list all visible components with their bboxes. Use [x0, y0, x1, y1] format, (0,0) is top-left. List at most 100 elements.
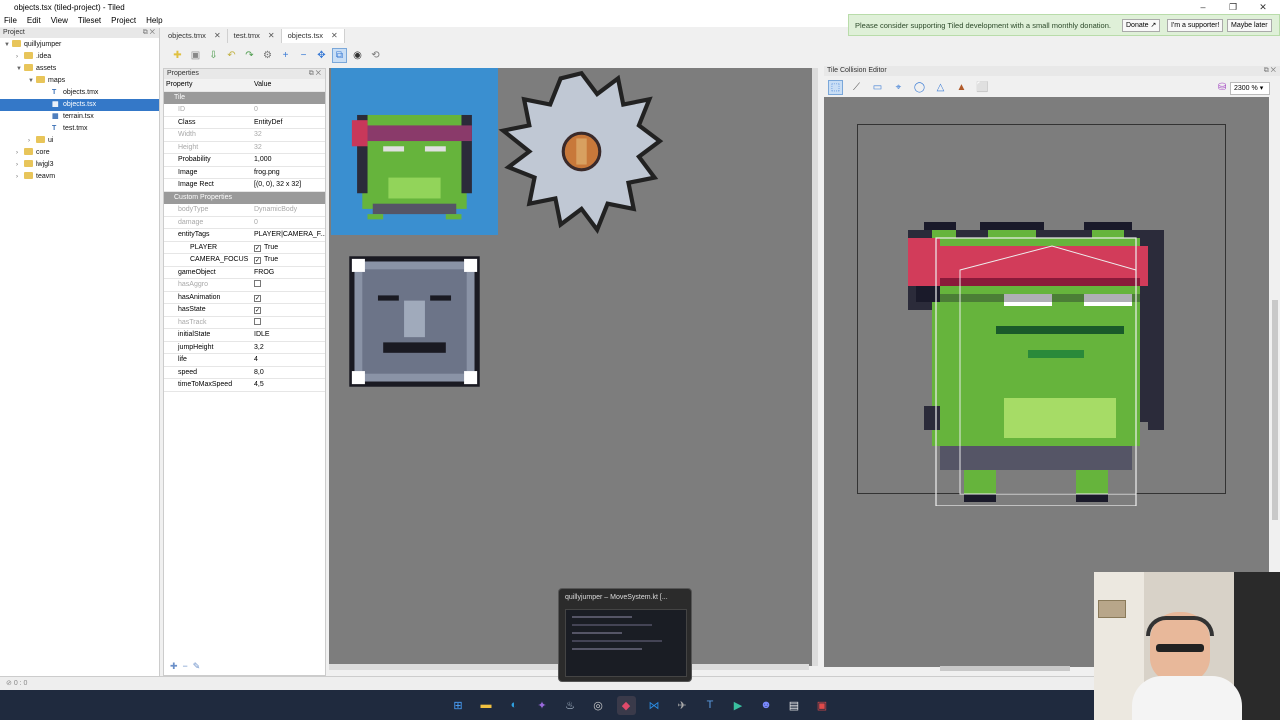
close-tab-icon[interactable]: ✕ [268, 29, 275, 43]
property-row[interactable]: Probability 1,000 [164, 154, 325, 167]
property-value[interactable]: 8,0 [252, 367, 325, 379]
undo-icon[interactable]: ↶ [224, 48, 239, 63]
tree-item-core[interactable]: › core [0, 147, 159, 159]
new-icon[interactable]: ✚ [170, 48, 185, 63]
property-value[interactable]: 4 [252, 354, 325, 366]
redo-icon[interactable]: ↷ [242, 48, 257, 63]
property-value[interactable]: 32 [252, 129, 325, 141]
property-row[interactable]: jumpHeight 3,2 [164, 342, 325, 354]
property-value[interactable]: 4,5 [252, 379, 325, 391]
rectangle-tool-icon[interactable]: ▭ [870, 80, 885, 95]
tree-item-test-tmx[interactable]: Ttest.tmx [0, 123, 159, 135]
property-value[interactable]: 3,2 [252, 342, 325, 354]
move-icon[interactable]: ✥ [314, 48, 329, 63]
property-row[interactable]: bodyType DynamicBody [164, 204, 325, 217]
checkbox[interactable]: ✓ [254, 307, 261, 314]
close-tab-icon[interactable]: ✕ [214, 29, 221, 43]
property-value[interactable]: ✓ True [252, 242, 325, 254]
vertical-scrollbar[interactable] [812, 68, 818, 666]
property-row[interactable]: timeToMaxSpeed 4,5 [164, 379, 325, 392]
fit-view-icon[interactable]: ⬜ [975, 80, 990, 95]
maximize-icon[interactable]: ❐ [1222, 0, 1244, 14]
menu-edit[interactable]: Edit [27, 16, 41, 25]
tree-item-terrain-tsx[interactable]: ▦ terrain.tsx [0, 111, 159, 123]
tree-item-lwjgl3[interactable]: › lwjgl3 [0, 159, 159, 171]
property-row[interactable]: life 4 [164, 354, 325, 367]
property-value[interactable]: DynamicBody [252, 204, 325, 216]
menu-view[interactable]: View [51, 16, 68, 25]
panel-close-icon[interactable]: ⧉ ✕ [1264, 66, 1276, 76]
property-row[interactable]: CAMERA_FOCUS ✓ True [164, 254, 325, 267]
menu-tileset[interactable]: Tileset [78, 16, 101, 25]
panel-close-icon[interactable]: ⧉ ✕ [309, 69, 321, 79]
property-value[interactable]: 0 [252, 104, 325, 116]
tree-item-idea[interactable]: › .idea [0, 51, 159, 63]
property-value[interactable]: 32 [252, 142, 325, 154]
collision-editor-icon[interactable]: ⧉ [332, 47, 347, 63]
checkbox[interactable] [254, 280, 261, 287]
ellipse-tool-icon[interactable]: ◯ [912, 80, 927, 95]
save-icon[interactable]: ▣ [188, 48, 203, 63]
property-value[interactable] [252, 92, 325, 105]
tree-item-maps[interactable]: ▼ maps [0, 75, 159, 87]
animation-editor-icon[interactable]: ◉ [350, 48, 365, 63]
polygon-tool-icon[interactable]: △ [933, 80, 948, 95]
property-value[interactable]: 1,000 [252, 154, 325, 166]
checkbox[interactable]: ✓ [254, 294, 261, 302]
select-objects-icon[interactable]: ⬚ [828, 80, 843, 95]
vscode-icon[interactable]: ⋈ [645, 696, 664, 715]
tree-item-quillyjumper[interactable]: ▼ quillyjumper [0, 39, 159, 51]
intellij-icon[interactable]: ◆ [616, 695, 636, 715]
property-row[interactable]: hasState ✓ [164, 304, 325, 317]
property-row[interactable]: hasTrack [164, 317, 325, 329]
collision-vertical-scrollbar[interactable] [1272, 300, 1278, 520]
checkbox[interactable]: ✓ [254, 244, 261, 252]
property-value[interactable] [252, 192, 325, 205]
tree-item-ui[interactable]: › ui [0, 135, 159, 147]
maybe-later-button[interactable]: Maybe later [1227, 19, 1272, 32]
property-row[interactable]: Custom Properties [164, 191, 325, 205]
windows-start-icon[interactable]: ⊞ [449, 696, 468, 715]
tiled-icon[interactable]: T [701, 696, 720, 715]
property-row[interactable]: initialState IDLE [164, 329, 325, 342]
steam-icon[interactable]: ♨ [561, 696, 580, 715]
property-value[interactable] [252, 279, 325, 291]
property-value[interactable]: IDLE [252, 329, 325, 341]
supporter-button[interactable]: I'm a supporter! [1167, 19, 1224, 32]
tab-test-tmx[interactable]: test.tmx ✕ [228, 29, 282, 43]
file-explorer-icon[interactable]: ▬ [477, 696, 496, 715]
tile-stone-block[interactable] [331, 238, 498, 405]
template-tool-icon[interactable]: ▲ [954, 80, 969, 95]
rotate-icon[interactable]: ⟲ [368, 48, 383, 63]
property-row[interactable]: Class EntityDef [164, 117, 325, 129]
property-value[interactable]: [(0, 0), 32 x 32] [252, 179, 325, 191]
checkbox[interactable]: ✓ [254, 257, 261, 264]
layers-icon[interactable]: ⛁ [1218, 82, 1226, 93]
property-row[interactable]: gameObject FROG [164, 267, 325, 279]
notepad-icon[interactable]: ▤ [785, 696, 804, 715]
property-row[interactable]: Tile [164, 91, 325, 105]
collision-horizontal-scrollbar[interactable] [940, 666, 1070, 671]
remove-tile-icon[interactable]: − [296, 48, 311, 63]
property-row[interactable]: Width 32 [164, 129, 325, 142]
tree-item-assets[interactable]: ▼ assets [0, 63, 159, 75]
menu-project[interactable]: Project [111, 16, 136, 25]
property-value[interactable]: ✓ [252, 304, 325, 316]
add-tile-icon[interactable]: + [278, 48, 293, 63]
terminal-icon[interactable]: ▶ [729, 696, 748, 715]
property-row[interactable]: Image Rect [(0, 0), 32 x 32] [164, 179, 325, 192]
menu-file[interactable]: File [4, 16, 17, 25]
property-value[interactable]: EntityDef [252, 117, 325, 129]
settings-icon[interactable]: ⚙ [260, 48, 275, 63]
property-value[interactable]: FROG [252, 267, 325, 279]
tree-item-objects-tmx[interactable]: Tobjects.tmx [0, 87, 159, 99]
property-value[interactable] [252, 317, 325, 329]
property-row[interactable]: Height 32 [164, 142, 325, 154]
edit-polygons-icon[interactable]: ⟋ [849, 80, 864, 95]
tile-saw[interactable] [498, 68, 665, 235]
tab-objects-tmx[interactable]: objects.tmx ✕ [162, 29, 228, 43]
property-row[interactable]: Image frog.png [164, 167, 325, 179]
checkbox[interactable] [254, 317, 261, 325]
close-window-icon[interactable]: ✕ [1252, 0, 1274, 14]
donate-button[interactable]: Donate ↗ [1122, 19, 1161, 32]
